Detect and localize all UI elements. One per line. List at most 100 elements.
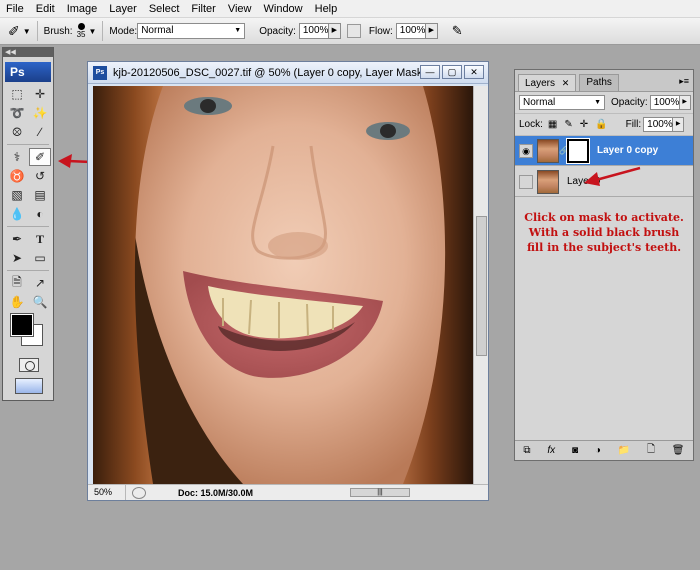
- eyedropper-tool-icon[interactable]: ↗: [29, 274, 51, 292]
- history-brush-tool-icon[interactable]: ↺: [29, 167, 51, 185]
- tool-grid: ✒ T ➤ ▭: [3, 230, 53, 267]
- quick-mask-icon[interactable]: [19, 358, 39, 372]
- delete-layer-icon[interactable]: 🗑: [672, 445, 685, 456]
- blend-opacity-row: Normal ▼ Opacity: 100% ▶: [515, 92, 693, 114]
- tab-layers-label: Layers: [525, 78, 556, 89]
- tab-paths[interactable]: Paths: [579, 74, 619, 91]
- divider: [7, 144, 49, 145]
- flow-slider-button[interactable]: ▶: [425, 23, 438, 39]
- blur-tool-icon[interactable]: 💧: [6, 205, 28, 223]
- menu-view[interactable]: View: [222, 0, 258, 18]
- layer-thumbnail[interactable]: [537, 169, 559, 194]
- brush-tool-icon[interactable]: ✐: [29, 148, 51, 166]
- horizontal-scrollbar-thumb[interactable]: |||: [350, 488, 410, 497]
- marquee-tool-icon[interactable]: ⬚: [6, 85, 28, 103]
- mask-link-icon[interactable]: 🔗: [559, 146, 569, 155]
- opacity-input[interactable]: 100%: [298, 23, 329, 39]
- opacity-slider-button[interactable]: ▶: [328, 23, 341, 39]
- menu-file[interactable]: File: [0, 0, 30, 18]
- flow-input[interactable]: 100%: [395, 23, 426, 39]
- visibility-toggle[interactable]: [519, 174, 533, 189]
- maximize-button[interactable]: ▢: [442, 65, 462, 79]
- layers-panel-footer: ⧉ fx ◙ ◑ 📁 🗋 🗑: [515, 440, 693, 460]
- menu-edit[interactable]: Edit: [30, 0, 61, 18]
- lock-pixels-icon[interactable]: ✎: [564, 119, 572, 130]
- new-group-icon[interactable]: 📁: [618, 445, 630, 456]
- layer-opacity-input[interactable]: 100%: [649, 95, 680, 110]
- menu-image[interactable]: Image: [61, 0, 104, 18]
- clone-stamp-tool-icon[interactable]: ♉: [6, 167, 28, 185]
- mode-select[interactable]: Normal ▼: [137, 23, 246, 39]
- pen-tool-icon[interactable]: ✒: [6, 230, 28, 248]
- eraser-tool-icon[interactable]: ▧: [6, 186, 28, 204]
- hand-tool-icon[interactable]: ✋: [6, 293, 28, 311]
- lasso-tool-icon[interactable]: ➰: [6, 104, 28, 122]
- add-mask-icon[interactable]: ◙: [572, 445, 578, 456]
- panel-menu-icon[interactable]: ▸≡: [679, 76, 689, 87]
- dodge-tool-icon[interactable]: ◐: [29, 205, 51, 223]
- new-layer-icon[interactable]: 🗋: [647, 442, 655, 459]
- menu-help[interactable]: Help: [309, 0, 344, 18]
- opacity-label: Opacity:: [611, 97, 648, 108]
- brush-tool-preset-icon[interactable]: ✐: [8, 23, 20, 40]
- fill-slider-button[interactable]: ▶: [673, 117, 685, 132]
- document-title: kjb-20120506_DSC_0027.tif @ 50% (Layer 0…: [113, 66, 436, 79]
- tab-layers[interactable]: Layers ✕: [518, 74, 577, 91]
- blend-mode-select[interactable]: Normal ▼: [519, 95, 605, 110]
- menu-select[interactable]: Select: [143, 0, 186, 18]
- image-canvas[interactable]: [93, 86, 473, 484]
- shape-tool-icon[interactable]: ▭: [29, 249, 51, 267]
- path-selection-tool-icon[interactable]: ➤: [6, 249, 28, 267]
- tool-grid: 🗎 ↗ ✋ 🔍: [3, 274, 53, 311]
- link-layers-icon[interactable]: ⧉: [523, 445, 530, 456]
- lock-transparency-icon[interactable]: ▦: [548, 119, 557, 130]
- tools-collapse-icon[interactable]: ◀◀: [3, 48, 53, 57]
- layers-panel: Layers ✕ Paths ▸≡ Normal ▼ Opacity: 100%…: [514, 69, 694, 461]
- type-tool-icon[interactable]: T: [29, 230, 51, 248]
- mode-value: Normal: [141, 25, 174, 36]
- move-tool-icon[interactable]: ✛: [29, 85, 51, 103]
- close-button[interactable]: ✕: [464, 65, 484, 79]
- brush-preview[interactable]: 35: [77, 23, 85, 39]
- screen-mode-icon[interactable]: [15, 378, 43, 394]
- tool-preset-dropdown-icon[interactable]: ▼: [23, 27, 31, 36]
- magic-wand-tool-icon[interactable]: ✨: [29, 104, 51, 122]
- menu-layer[interactable]: Layer: [103, 0, 143, 18]
- zoom-tool-icon[interactable]: 🔍: [29, 293, 51, 311]
- separator: [102, 21, 104, 41]
- layer-thumbnail[interactable]: [537, 138, 559, 163]
- zoom-level[interactable]: 50%: [88, 485, 126, 500]
- notes-tool-icon[interactable]: 🗎: [6, 274, 28, 292]
- airbrush-icon[interactable]: ✎: [452, 23, 463, 39]
- slice-tool-icon[interactable]: ∕: [29, 123, 51, 141]
- fill-input[interactable]: 100%: [643, 117, 674, 132]
- divider: [7, 270, 49, 271]
- menu-window[interactable]: Window: [258, 0, 309, 18]
- document-titlebar[interactable]: Ps kjb-20120506_DSC_0027.tif @ 50% (Laye…: [88, 62, 488, 84]
- adjustment-layer-icon[interactable]: ◑: [595, 445, 601, 456]
- ps-logo: Ps: [5, 62, 51, 82]
- healing-brush-tool-icon[interactable]: ⚕: [6, 148, 28, 166]
- document-window: Ps kjb-20120506_DSC_0027.tif @ 50% (Laye…: [87, 61, 489, 501]
- lock-all-icon[interactable]: 🔒: [595, 119, 607, 130]
- layer-opacity-slider-button[interactable]: ▶: [679, 95, 691, 110]
- vertical-scrollbar[interactable]: [473, 86, 488, 484]
- doc-size-info: Doc: 15.0M/30.0M: [178, 487, 254, 498]
- minimize-button[interactable]: ―: [420, 65, 440, 79]
- foreground-color-swatch[interactable]: [10, 313, 34, 337]
- scrollbar-thumb[interactable]: [476, 216, 487, 356]
- lock-position-icon[interactable]: ✛: [580, 119, 588, 130]
- lock-label: Lock:: [519, 119, 543, 130]
- menu-filter[interactable]: Filter: [185, 0, 221, 18]
- status-bar: 50% Doc: 15.0M/30.0M |||: [88, 484, 488, 500]
- divider: [7, 226, 49, 227]
- close-icon[interactable]: ✕: [562, 78, 570, 88]
- gradient-tool-icon[interactable]: ▤: [29, 186, 51, 204]
- status-menu-icon[interactable]: [132, 486, 146, 499]
- crop-tool-icon[interactable]: ⮾: [6, 123, 28, 141]
- layer-style-icon[interactable]: fx: [547, 445, 555, 456]
- chevron-down-icon: ▼: [234, 27, 242, 34]
- visibility-eye-icon[interactable]: ◉: [519, 143, 533, 158]
- brush-dropdown-icon[interactable]: ▼: [88, 27, 96, 36]
- airbrush-toggle-icon[interactable]: [346, 24, 361, 38]
